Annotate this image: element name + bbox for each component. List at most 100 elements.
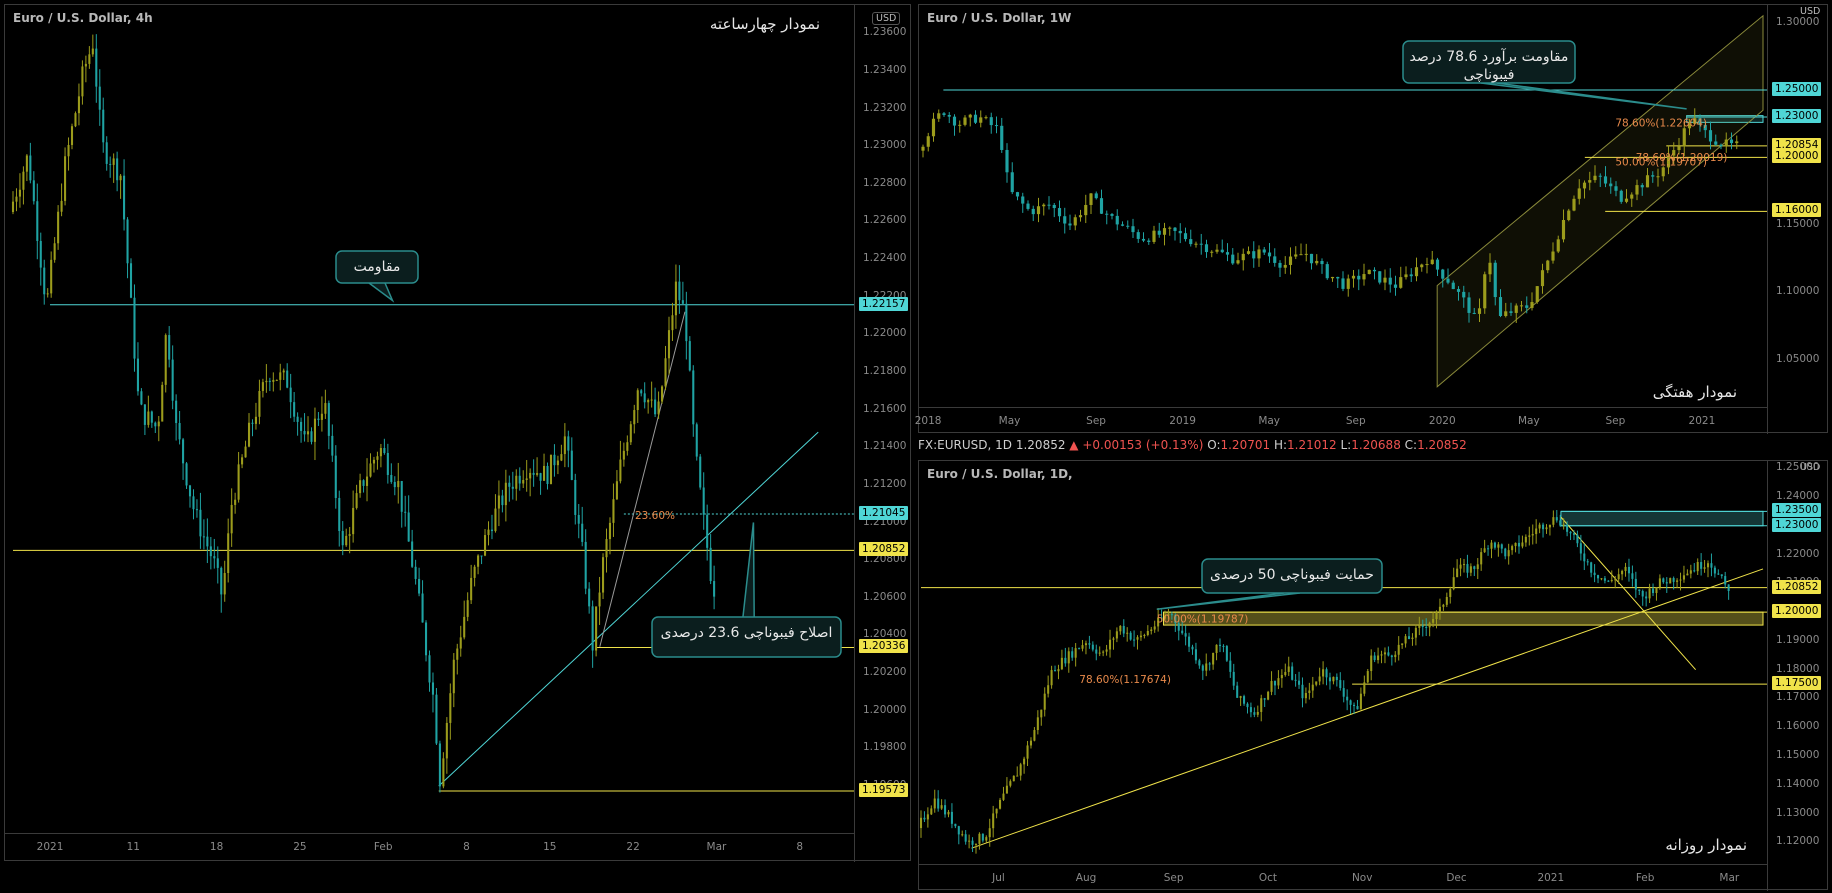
candle bbox=[1208, 663, 1211, 665]
time-axis[interactable]: Jul Aug Sep Oct Nov Dec 2021 Feb Mar bbox=[919, 864, 1767, 892]
candle bbox=[362, 480, 365, 486]
candle bbox=[1074, 648, 1077, 658]
candle bbox=[968, 114, 972, 118]
candle bbox=[981, 833, 984, 841]
candle bbox=[1524, 536, 1527, 543]
candle bbox=[1078, 648, 1081, 650]
candle bbox=[175, 400, 178, 424]
candle bbox=[671, 315, 674, 331]
candle bbox=[1270, 681, 1273, 692]
candle bbox=[954, 823, 957, 827]
price-axis[interactable]: USD 1.300001.250001.200001.150001.100001… bbox=[1767, 5, 1830, 434]
candle bbox=[11, 201, 15, 212]
candle bbox=[602, 557, 605, 593]
candle bbox=[1497, 544, 1500, 548]
candle bbox=[1397, 644, 1400, 655]
candle bbox=[487, 529, 490, 536]
chart-panel-1d: 50.00%(1.19787) 78.60%(1.17674) حمایت فیبو… bbox=[918, 460, 1830, 892]
price-axis[interactable]: USD 1.250001.240001.230001.220001.210001… bbox=[1767, 461, 1830, 891]
candle bbox=[60, 200, 63, 212]
price-level-label: 1.20852 bbox=[1772, 579, 1822, 594]
candle bbox=[1278, 262, 1282, 268]
candle bbox=[1483, 274, 1487, 309]
candle bbox=[1339, 680, 1342, 689]
candle bbox=[1672, 578, 1675, 582]
candle bbox=[1033, 730, 1036, 741]
candle bbox=[1063, 216, 1067, 224]
time-tick: May bbox=[998, 415, 1021, 427]
candle bbox=[143, 404, 146, 425]
candle bbox=[345, 535, 348, 546]
candle bbox=[1624, 566, 1627, 571]
time-tick: Sep bbox=[1345, 415, 1366, 427]
candle bbox=[713, 581, 716, 597]
candle bbox=[497, 495, 500, 509]
candle bbox=[1404, 636, 1407, 644]
candle bbox=[1150, 629, 1153, 631]
candle bbox=[1139, 635, 1142, 638]
candle bbox=[504, 482, 507, 506]
candle bbox=[1538, 524, 1541, 529]
candle bbox=[84, 63, 87, 67]
candle bbox=[1215, 644, 1218, 653]
candle bbox=[1377, 655, 1380, 661]
candle bbox=[1257, 249, 1261, 259]
candle bbox=[390, 474, 393, 482]
time-axis[interactable]: 2018 May Sep 2019 May Sep 2020 May Sep 2021 bbox=[915, 407, 1767, 435]
low-value: 1.20688 bbox=[1351, 438, 1401, 452]
plot-area-4h[interactable]: 23.60% مقاومت اصلاح فیبوناچی 23.6 درصدی bbox=[5, 5, 854, 833]
candle bbox=[1057, 208, 1062, 217]
candle bbox=[1084, 204, 1088, 216]
candle bbox=[1225, 646, 1228, 661]
candle bbox=[1729, 139, 1734, 144]
symbol[interactable]: FX:EURUSD, 1D bbox=[918, 438, 1012, 452]
price-change: ▲ +0.00153 (+0.13%) bbox=[1069, 438, 1204, 452]
candle bbox=[1409, 274, 1413, 277]
high-label: H: bbox=[1273, 438, 1288, 452]
callout-text: اصلاح فیبوناچی 23.6 درصدی bbox=[661, 625, 833, 641]
candle bbox=[1181, 630, 1184, 634]
candle bbox=[1229, 660, 1232, 672]
candle bbox=[154, 422, 157, 427]
candle bbox=[1720, 574, 1723, 577]
time-tick: 2021 bbox=[1537, 872, 1565, 884]
candle bbox=[15, 196, 18, 202]
candle bbox=[1009, 781, 1012, 786]
candle bbox=[1194, 243, 1198, 245]
candle bbox=[1280, 675, 1283, 679]
candle bbox=[1064, 657, 1067, 664]
candle bbox=[1394, 654, 1397, 658]
candle bbox=[525, 478, 528, 480]
candle bbox=[1283, 264, 1287, 268]
plot-area-1w[interactable]: 78.60%(1.22604)78.60%(1.20019)50.00%(1.1… bbox=[919, 5, 1767, 407]
candle bbox=[352, 507, 355, 535]
candle bbox=[633, 410, 636, 425]
candle bbox=[1477, 308, 1482, 314]
candle bbox=[1267, 691, 1270, 700]
time-axis[interactable]: 2021 11 18 25 Feb 8 15 22 Mar 8 bbox=[5, 833, 854, 863]
candle bbox=[930, 808, 933, 815]
candle bbox=[1183, 233, 1188, 240]
candle bbox=[418, 578, 421, 594]
plot-area-1d[interactable]: 50.00%(1.19787) 78.60%(1.17674) حمایت فیبو… bbox=[919, 461, 1767, 864]
candle bbox=[1535, 528, 1538, 535]
time-tick: 15 bbox=[543, 841, 557, 853]
candle bbox=[192, 496, 195, 510]
candle bbox=[699, 456, 702, 488]
candle bbox=[1504, 311, 1508, 316]
zone-0 bbox=[1560, 510, 1764, 527]
candle bbox=[1511, 546, 1514, 551]
candle bbox=[1645, 596, 1648, 599]
candle bbox=[1153, 626, 1156, 630]
candle bbox=[1399, 277, 1403, 288]
price-level-label: 1.20336 bbox=[859, 639, 909, 654]
price-axis[interactable]: USD 1.23600 1.23400 1.23200 1.23000 1.22800 1… bbox=[854, 5, 913, 862]
candle bbox=[157, 421, 160, 427]
candle bbox=[1387, 652, 1390, 656]
candle bbox=[1451, 282, 1455, 290]
candle bbox=[293, 402, 296, 417]
candle bbox=[1559, 520, 1562, 526]
candle bbox=[376, 456, 379, 460]
candle bbox=[459, 637, 462, 649]
candle bbox=[1136, 637, 1139, 640]
